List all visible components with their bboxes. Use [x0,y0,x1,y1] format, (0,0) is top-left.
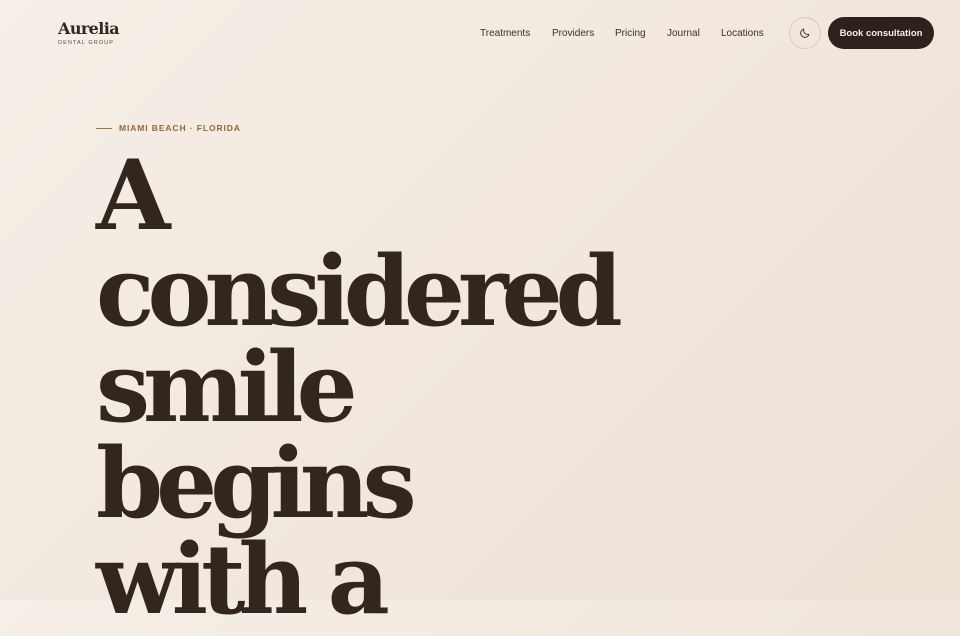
nav-link-journal[interactable]: Journal [667,27,700,41]
headline-line: considered [96,235,623,348]
brand-name: Aurelia [58,19,120,38]
site-header: Aurelia DENTAL GROUP Treatments Provider… [0,0,960,66]
headline-line: with a [96,523,390,636]
headline-line: smile [96,331,358,444]
moon-icon [800,28,810,38]
nav-link-providers[interactable]: Providers [552,27,594,41]
nav-link-locations[interactable]: Locations [721,27,764,41]
hero-headline: A considered smile begins with a [96,139,623,636]
brand-subtitle: DENTAL GROUP [58,40,114,46]
theme-toggle-button[interactable] [789,17,821,49]
hero-eyebrow: MIAMI BEACH · FLORIDA [96,122,241,134]
book-consultation-button[interactable]: Book consultation [828,17,934,49]
eyebrow-divider [96,127,112,129]
brand-logo[interactable]: Aurelia DENTAL GROUP [58,19,120,47]
headline-line: A [96,139,170,252]
nav-link-pricing[interactable]: Pricing [615,27,646,41]
nav-link-treatments[interactable]: Treatments [480,27,530,41]
headline-line: begins [96,427,417,540]
location-label: MIAMI BEACH · FLORIDA [119,123,241,133]
